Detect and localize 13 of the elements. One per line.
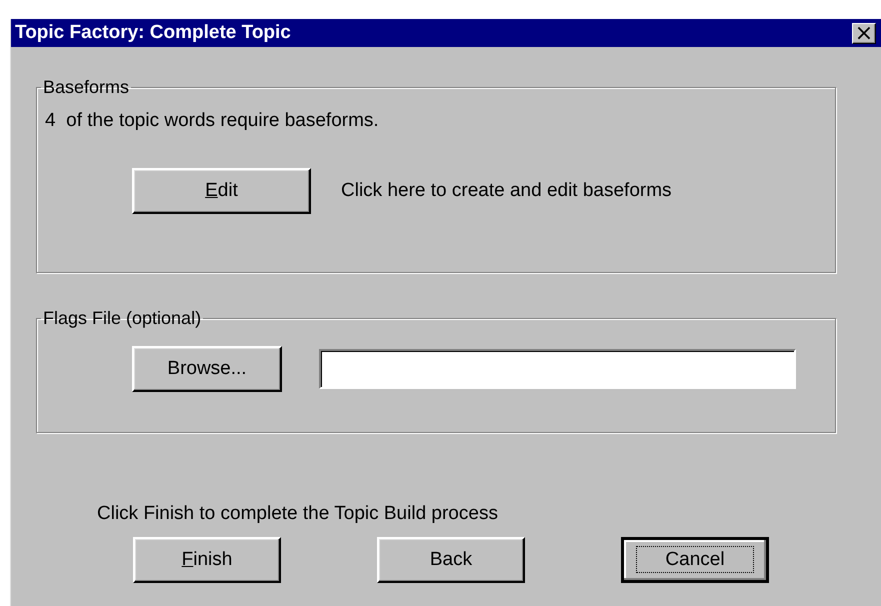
group-label: Baseforms	[42, 77, 130, 98]
close-button[interactable]: ×	[852, 22, 876, 44]
edit-button[interactable]: Edit	[132, 168, 311, 214]
hint-text: Click here to create and edit baseforms	[341, 180, 672, 202]
dialog-button[interactable]: Back	[377, 537, 525, 583]
browse-button[interactable]: Browse...	[132, 346, 282, 392]
status-message: 4 of the topic words require baseforms.	[45, 110, 380, 132]
group-label: Flags File (optional)	[42, 308, 202, 329]
dialog-button[interactable]: Finish	[133, 537, 281, 583]
window-title: Topic Factory: Complete Topic	[15, 22, 291, 44]
file-path-field[interactable]	[319, 349, 796, 389]
instruction-text: Click Finish to complete the Topic Build process	[97, 503, 499, 525]
dialog-button[interactable]: Cancel	[621, 537, 769, 583]
